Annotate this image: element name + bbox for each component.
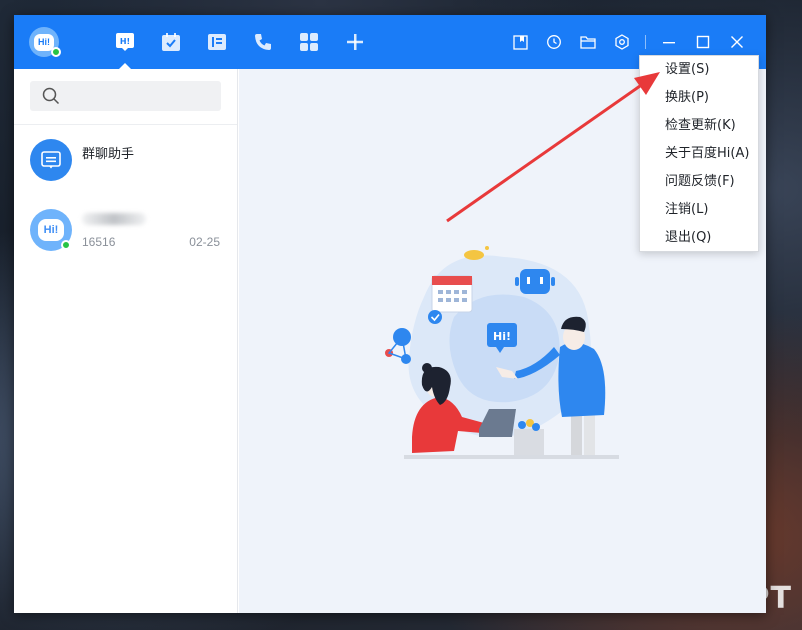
settings-icon[interactable] xyxy=(605,31,639,53)
menu-item-about[interactable]: 关于百度Hi(A) xyxy=(640,143,758,171)
empty-state-illustration: Hi! xyxy=(385,246,619,459)
nav-docs-icon[interactable] xyxy=(194,29,240,55)
close-icon[interactable] xyxy=(720,31,754,53)
svg-text:H!: H! xyxy=(120,37,130,46)
search-box[interactable] xyxy=(30,81,221,111)
conversation-time: 02-25 xyxy=(189,235,220,249)
menu-item-check-update[interactable]: 检查更新(K) xyxy=(640,115,758,143)
nav-chat-icon[interactable]: H! xyxy=(102,29,148,69)
conversation-item[interactable]: Hi! 16516 02-25 xyxy=(14,199,238,259)
hi-bubble-text: Hi! xyxy=(493,330,511,343)
blurred-contact-name xyxy=(82,213,146,225)
window-controls xyxy=(503,31,754,53)
online-status-icon xyxy=(61,240,71,250)
menu-item-exit[interactable]: 退出(Q) xyxy=(640,227,758,255)
folder-icon[interactable] xyxy=(571,31,605,53)
share-icon xyxy=(385,328,411,364)
menu-item-settings[interactable]: 设置(S) xyxy=(640,59,758,87)
nav-phone-icon[interactable] xyxy=(240,29,286,55)
menu-item-logout[interactable]: 注销(L) xyxy=(640,199,758,227)
nav-calendar-icon[interactable] xyxy=(148,29,194,55)
search-icon xyxy=(42,87,60,105)
settings-context-menu: 设置(S) 换肤(P) 检查更新(K) 关于百度Hi(A) 问题反馈(F) 注销… xyxy=(639,55,759,252)
search-input[interactable] xyxy=(64,86,214,106)
history-icon[interactable] xyxy=(537,31,571,53)
group-assistant-avatar xyxy=(30,139,72,181)
search-area xyxy=(14,69,237,125)
hi-logo-icon: Hi! xyxy=(38,219,64,241)
conversation-name: 群聊助手 xyxy=(82,146,135,161)
nav-add-icon[interactable] xyxy=(332,29,378,55)
toolbar-divider xyxy=(645,35,646,49)
conversation-subtitle: 16516 xyxy=(82,235,116,249)
online-status-icon xyxy=(51,47,61,57)
group-chat-icon xyxy=(41,151,61,169)
robot-icon xyxy=(515,269,555,294)
conversation-item[interactable]: 群聊助手 xyxy=(14,129,238,189)
menu-item-skin[interactable]: 换肤(P) xyxy=(640,87,758,115)
bookmark-icon[interactable] xyxy=(503,31,537,53)
minimize-icon[interactable] xyxy=(652,31,686,53)
menu-item-feedback[interactable]: 问题反馈(F) xyxy=(640,171,758,199)
main-nav: H! xyxy=(102,29,378,69)
nav-apps-icon[interactable] xyxy=(286,29,332,55)
hi-logo-icon: Hi! xyxy=(34,33,54,51)
maximize-icon[interactable] xyxy=(686,31,720,53)
conversation-sidebar: 群聊助手 Hi! 16516 02-25 xyxy=(14,69,238,613)
